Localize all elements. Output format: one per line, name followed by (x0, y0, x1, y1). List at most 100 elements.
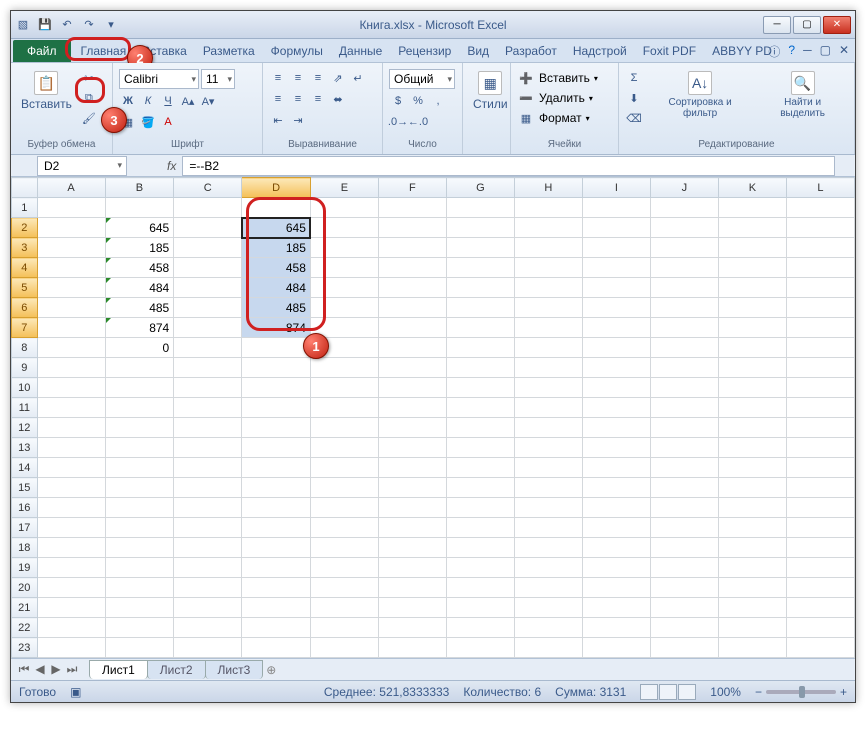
cell-E16[interactable] (310, 498, 378, 518)
cell-K16[interactable] (718, 498, 786, 518)
doc-max-icon[interactable]: ▢ (820, 43, 831, 60)
cell-B16[interactable] (105, 498, 174, 518)
col-header-F[interactable]: F (378, 178, 446, 198)
cell-K1[interactable] (718, 198, 786, 218)
cell-I5[interactable] (582, 278, 650, 298)
cell-K5[interactable] (718, 278, 786, 298)
cell-E19[interactable] (310, 558, 378, 578)
comma-icon[interactable]: , (429, 92, 447, 110)
cell-G19[interactable] (446, 558, 514, 578)
cell-H4[interactable] (514, 258, 582, 278)
maximize-button[interactable]: ▢ (793, 16, 821, 34)
number-format-select[interactable]: Общий (389, 69, 455, 89)
col-header-C[interactable]: C (174, 178, 242, 198)
cell-G13[interactable] (446, 438, 514, 458)
tab-layout[interactable]: Разметка (195, 40, 263, 62)
cell-B21[interactable] (105, 598, 174, 618)
cell-E23[interactable] (310, 638, 378, 658)
row-header-11[interactable]: 11 (12, 398, 38, 418)
cell-B12[interactable] (105, 418, 174, 438)
cell-D22[interactable] (242, 618, 311, 638)
cell-B6[interactable]: 485 (105, 298, 174, 318)
italic-button[interactable]: К (139, 92, 157, 110)
minimize-button[interactable]: ─ (763, 16, 791, 34)
cell-J16[interactable] (650, 498, 718, 518)
cell-H19[interactable] (514, 558, 582, 578)
cell-K9[interactable] (718, 358, 786, 378)
cell-J6[interactable] (650, 298, 718, 318)
cell-D3[interactable]: 185 (242, 238, 311, 258)
save-icon[interactable]: 💾 (37, 17, 53, 33)
cell-K21[interactable] (718, 598, 786, 618)
styles-button[interactable]: ▦ Стили (469, 69, 512, 113)
cell-F5[interactable] (378, 278, 446, 298)
cell-C13[interactable] (174, 438, 242, 458)
cell-F13[interactable] (378, 438, 446, 458)
cell-F16[interactable] (378, 498, 446, 518)
cell-J13[interactable] (650, 438, 718, 458)
cell-D15[interactable] (242, 478, 311, 498)
cell-C2[interactable] (174, 218, 242, 238)
row-header-23[interactable]: 23 (12, 638, 38, 658)
cell-C17[interactable] (174, 518, 242, 538)
cell-G21[interactable] (446, 598, 514, 618)
cell-B11[interactable] (105, 398, 174, 418)
zoom-in-icon[interactable]: + (840, 685, 847, 699)
row-header-17[interactable]: 17 (12, 518, 38, 538)
cell-E9[interactable] (310, 358, 378, 378)
cell-I13[interactable] (582, 438, 650, 458)
cell-F2[interactable] (378, 218, 446, 238)
cell-G3[interactable] (446, 238, 514, 258)
cell-F10[interactable] (378, 378, 446, 398)
font-name-select[interactable]: Calibri (119, 69, 199, 89)
cell-L2[interactable] (786, 218, 854, 238)
cell-A15[interactable] (37, 478, 105, 498)
cell-A5[interactable] (37, 278, 105, 298)
row-header-20[interactable]: 20 (12, 578, 38, 598)
cell-C14[interactable] (174, 458, 242, 478)
cell-G15[interactable] (446, 478, 514, 498)
cell-D13[interactable] (242, 438, 311, 458)
cell-D1[interactable] (242, 198, 311, 218)
cell-F17[interactable] (378, 518, 446, 538)
sheet-next-icon[interactable]: ▶ (49, 662, 63, 677)
align-middle-icon[interactable]: ≡ (289, 69, 307, 87)
cell-H7[interactable] (514, 318, 582, 338)
cell-J4[interactable] (650, 258, 718, 278)
cell-E18[interactable] (310, 538, 378, 558)
cell-C19[interactable] (174, 558, 242, 578)
cut-icon[interactable]: ✂ (80, 69, 98, 87)
cell-D6[interactable]: 485 (242, 298, 311, 318)
cell-F9[interactable] (378, 358, 446, 378)
format-painter-icon[interactable]: 🖌 (80, 109, 98, 127)
cell-G22[interactable] (446, 618, 514, 638)
cell-H23[interactable] (514, 638, 582, 658)
cell-G7[interactable] (446, 318, 514, 338)
font-color-icon[interactable]: A (159, 113, 177, 131)
cell-L6[interactable] (786, 298, 854, 318)
cell-L11[interactable] (786, 398, 854, 418)
currency-icon[interactable]: $ (389, 92, 407, 110)
close-button[interactable]: ✕ (823, 16, 851, 34)
clear-icon[interactable]: ⌫ (625, 109, 643, 127)
font-size-select[interactable]: 11 (201, 69, 235, 89)
cell-G5[interactable] (446, 278, 514, 298)
cell-A13[interactable] (37, 438, 105, 458)
cell-H15[interactable] (514, 478, 582, 498)
indent-dec-icon[interactable]: ⇤ (269, 111, 287, 129)
cell-F21[interactable] (378, 598, 446, 618)
cell-D9[interactable] (242, 358, 311, 378)
cell-C20[interactable] (174, 578, 242, 598)
cell-F7[interactable] (378, 318, 446, 338)
cell-K12[interactable] (718, 418, 786, 438)
cell-I6[interactable] (582, 298, 650, 318)
cell-B15[interactable] (105, 478, 174, 498)
qat-more-icon[interactable]: ▾ (103, 17, 119, 33)
cell-C8[interactable] (174, 338, 242, 358)
cell-K18[interactable] (718, 538, 786, 558)
record-macro-icon[interactable]: ▣ (70, 685, 81, 699)
cell-K17[interactable] (718, 518, 786, 538)
cell-F8[interactable] (378, 338, 446, 358)
find-select-button[interactable]: 🔍 Найти и выделить (757, 69, 848, 121)
insert-cells-button[interactable]: ➕Вставить▾ (517, 69, 598, 87)
